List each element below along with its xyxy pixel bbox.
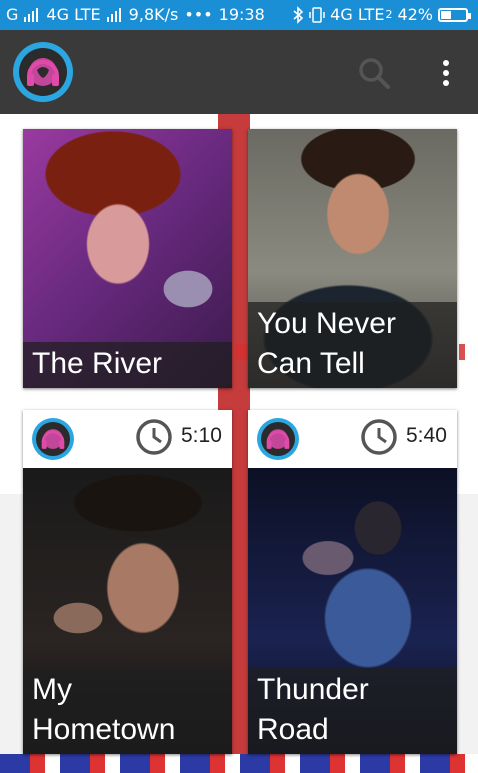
- card-header: 5:40: [248, 410, 457, 468]
- clock-icon: [136, 419, 172, 455]
- battery-level: [441, 11, 452, 19]
- status-bar: G 4G LTE 9,8K/s ••• 19:38 4G LTE 2 42%: [0, 0, 478, 30]
- channel-logo-icon: [257, 418, 299, 460]
- video-card-the-river[interactable]: The River: [23, 129, 232, 388]
- app-bar: [0, 30, 478, 114]
- network-left-label: G: [6, 5, 19, 24]
- battery-percent: 42%: [397, 5, 433, 24]
- more-vert-icon[interactable]: [434, 56, 458, 90]
- status-right: 4G LTE 2 42%: [292, 5, 471, 25]
- network-type-label: 4G LTE: [46, 5, 101, 24]
- headphones-icon: [266, 429, 290, 449]
- search-icon[interactable]: [357, 56, 391, 90]
- search-icon-glyph: [359, 58, 390, 89]
- channel-logo-icon: [32, 418, 74, 460]
- video-duration: 5:10: [181, 424, 222, 447]
- logo-inner: [261, 422, 295, 456]
- logo-inner: [19, 48, 67, 96]
- card-header: 5:10: [23, 410, 232, 468]
- video-grid: The River You Never Can Tell 5:10 My Hom…: [0, 114, 478, 773]
- network-speed: 9,8K/s: [128, 5, 179, 24]
- vibrate-icon: [309, 7, 325, 23]
- notification-dots: •••: [184, 5, 213, 24]
- headphones-icon: [41, 429, 65, 449]
- video-card-thunder-road[interactable]: 5:40 Thunder Road: [248, 410, 457, 754]
- video-duration: 5:40: [406, 424, 447, 447]
- clock-icon: [361, 419, 397, 455]
- logo-inner: [36, 422, 70, 456]
- video-card-you-never-can-tell[interactable]: You Never Can Tell: [248, 129, 457, 388]
- headphones-icon: [27, 58, 59, 86]
- bluetooth-icon: [293, 6, 304, 24]
- sim-number: 2: [385, 8, 393, 21]
- video-card-my-hometown[interactable]: 5:10 My Hometown: [23, 410, 232, 754]
- signal-icon: [24, 8, 40, 22]
- video-title: My Hometown: [23, 668, 232, 754]
- background-flag: [0, 754, 478, 773]
- clock-time: 19:38: [218, 5, 265, 24]
- video-title: The River: [23, 342, 232, 388]
- video-title: Thunder Road: [248, 668, 457, 754]
- status-left: G 4G LTE 9,8K/s ••• 19:38: [6, 5, 265, 25]
- headphones-logo-icon[interactable]: [13, 42, 73, 102]
- signal-icon-2: [106, 8, 123, 22]
- network-type-right: 4G LTE: [330, 5, 385, 24]
- video-title: You Never Can Tell: [248, 302, 457, 388]
- more-vert-glyph: [443, 60, 449, 86]
- battery-icon: [438, 8, 471, 22]
